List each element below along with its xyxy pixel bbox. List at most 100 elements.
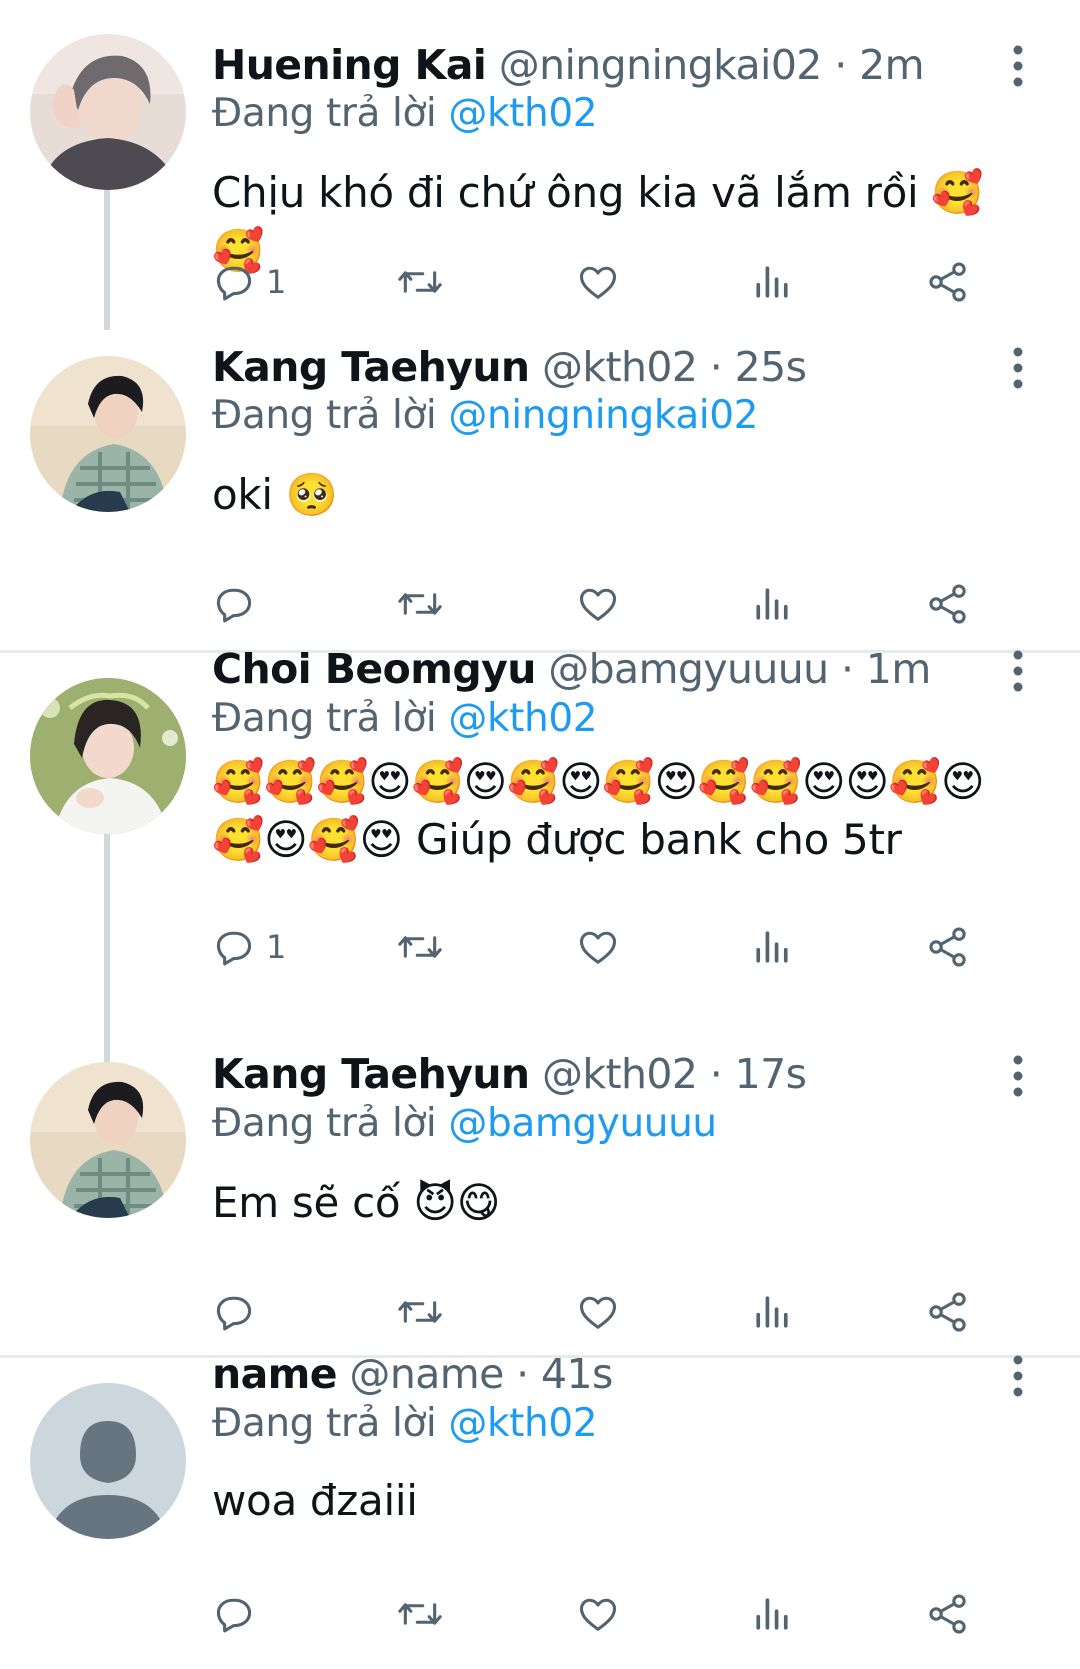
user-handle[interactable]: @kth02 — [542, 343, 698, 391]
tweet-header: name @name · 41s — [212, 1349, 613, 1399]
more-vertical-icon — [1013, 650, 1023, 692]
replying-to-label: Đang trả lời — [212, 393, 437, 438]
reply-button[interactable] — [212, 1584, 266, 1644]
tweet[interactable]: name @name · 41s Đang trả lời @kth02 woa… — [0, 1350, 1080, 1669]
display-name[interactable]: Kang Taehyun — [212, 343, 530, 391]
retweet-icon — [398, 1301, 442, 1323]
views-icon — [756, 931, 788, 963]
retweet-button[interactable] — [396, 252, 444, 312]
tweet[interactable]: Kang Taehyun @kth02 · 25s Đang trả lời @… — [0, 320, 1080, 650]
reply-button[interactable] — [212, 574, 266, 634]
share-button[interactable] — [926, 1584, 970, 1644]
like-button[interactable] — [576, 252, 620, 312]
like-button[interactable] — [576, 917, 620, 977]
timestamp[interactable]: 17s — [735, 1050, 807, 1098]
like-button[interactable] — [576, 1584, 620, 1644]
views-button[interactable] — [750, 252, 794, 312]
share-icon — [929, 262, 966, 302]
views-icon — [756, 1296, 788, 1328]
retweet-button[interactable] — [396, 1584, 444, 1644]
share-button[interactable] — [926, 1282, 970, 1342]
retweet-button[interactable] — [396, 574, 444, 634]
like-icon — [579, 1296, 617, 1329]
tweet[interactable]: Choi Beomgyu @bamgyuuuu · 1m Đang trả lờ… — [0, 645, 1080, 1063]
replying-to-label: Đang trả lời — [212, 1101, 437, 1146]
views-icon — [756, 266, 788, 298]
avatar[interactable] — [30, 678, 186, 834]
reply-icon — [216, 588, 252, 623]
avatar[interactable] — [30, 1062, 186, 1218]
tweet-header: Choi Beomgyu @bamgyuuuu · 1m — [212, 644, 931, 694]
replying-to: Đang trả lời @kth02 — [212, 694, 598, 744]
more-options-button[interactable] — [1008, 44, 1028, 88]
avatar[interactable] — [30, 356, 186, 512]
reply-button[interactable]: 1 — [212, 252, 286, 312]
thread-line — [104, 180, 110, 330]
like-icon — [579, 931, 617, 964]
mention-link[interactable]: @kth02 — [448, 1401, 597, 1446]
replying-to: Đang trả lời @kth02 — [212, 1399, 598, 1449]
more-options-button[interactable] — [1008, 346, 1028, 390]
like-button[interactable] — [576, 574, 620, 634]
tweet-text: oki 🥺 — [212, 470, 338, 519]
share-button[interactable] — [926, 917, 970, 977]
timestamp[interactable]: 25s — [735, 343, 807, 391]
retweet-icon — [398, 1603, 442, 1625]
action-bar — [212, 1282, 1032, 1342]
timestamp[interactable]: 41s — [541, 1350, 613, 1398]
like-icon — [579, 1598, 617, 1631]
user-handle[interactable]: @bamgyuuuu — [548, 645, 829, 693]
display-name[interactable]: Kang Taehyun — [212, 1050, 530, 1098]
share-icon — [929, 584, 966, 624]
reply-icon — [216, 1598, 252, 1633]
separator-dot: · — [834, 41, 847, 89]
timestamp[interactable]: 1m — [866, 645, 931, 693]
views-icon — [756, 588, 788, 620]
separator-dot: · — [709, 1050, 723, 1098]
avatar[interactable] — [30, 34, 186, 190]
views-button[interactable] — [750, 1584, 794, 1644]
replying-to-label: Đang trả lời — [212, 696, 437, 741]
action-bar — [212, 1584, 1032, 1644]
action-bar — [212, 574, 1032, 634]
tweet-text: 🥰🥰🥰😍🥰😍🥰😍🥰😍🥰🥰😍😍🥰😍🥰😍🥰😍 Giúp được bank cho … — [212, 757, 985, 864]
more-options-button[interactable] — [1008, 1354, 1028, 1398]
avatar-photo — [30, 1062, 186, 1218]
timestamp[interactable]: 2m — [859, 41, 924, 89]
like-button[interactable] — [576, 1282, 620, 1342]
replying-to: Đang trả lời @kth02 — [212, 89, 598, 139]
retweet-button[interactable] — [396, 917, 444, 977]
mention-link[interactable]: @kth02 — [448, 91, 597, 136]
more-options-button[interactable] — [1008, 1054, 1028, 1098]
tweet[interactable]: Kang Taehyun @kth02 · 17s Đang trả lời @… — [0, 1050, 1080, 1355]
views-button[interactable] — [750, 917, 794, 977]
share-icon — [929, 927, 966, 967]
mention-link[interactable]: @kth02 — [448, 696, 597, 741]
avatar[interactable] — [30, 1383, 186, 1539]
action-bar: 1 — [212, 917, 1032, 977]
avatar-photo — [30, 356, 186, 512]
user-handle[interactable]: @ningningkai02 — [499, 41, 823, 89]
share-button[interactable] — [926, 574, 970, 634]
share-icon — [929, 1292, 966, 1332]
display-name[interactable]: Choi Beomgyu — [212, 645, 536, 693]
tweet-header: Huening Kai @ningningkai02 · 2m — [212, 40, 925, 90]
user-handle[interactable]: @name — [349, 1350, 504, 1398]
display-name[interactable]: name — [212, 1350, 338, 1398]
reply-button[interactable] — [212, 1282, 266, 1342]
tweet[interactable]: Huening Kai @ningningkai02 · 2m Đang trả… — [0, 0, 1080, 330]
display-name[interactable]: Huening Kai — [212, 41, 487, 89]
replying-to: Đang trả lời @ningningkai02 — [212, 391, 758, 441]
more-options-button[interactable] — [1008, 649, 1028, 693]
like-icon — [579, 588, 617, 621]
share-button[interactable] — [926, 252, 970, 312]
views-icon — [756, 1598, 788, 1630]
avatar-photo — [30, 34, 186, 190]
retweet-button[interactable] — [396, 1282, 444, 1342]
views-button[interactable] — [750, 574, 794, 634]
views-button[interactable] — [750, 1282, 794, 1342]
user-handle[interactable]: @kth02 — [542, 1050, 698, 1098]
reply-button[interactable]: 1 — [212, 917, 286, 977]
mention-link[interactable]: @bamgyuuuu — [448, 1101, 717, 1146]
mention-link[interactable]: @ningningkai02 — [448, 393, 758, 438]
